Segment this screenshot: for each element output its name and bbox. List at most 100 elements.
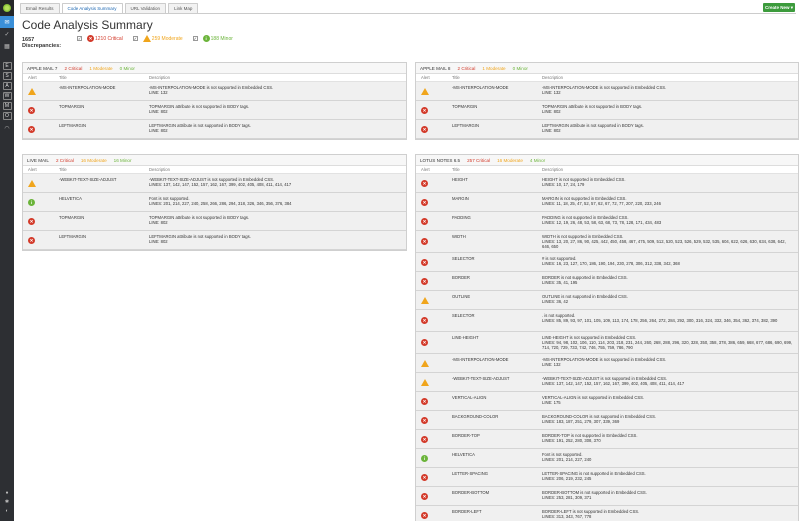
table-row[interactable]: ✕ LEFTMARGIN LEFTMARGIN attribute is not s…	[23, 120, 406, 139]
grid-icon[interactable]: ▦	[0, 40, 14, 52]
table-row[interactable]: ✕ BORDER-TOP BORDER-TOP is not supported i…	[416, 430, 798, 449]
table-row[interactable]: ✕ BORDER BORDER is not supported in Embedd…	[416, 272, 798, 291]
table-row[interactable]: ✕ MARGIN MARGIN is not supported in Embedd…	[416, 193, 798, 212]
email-icon[interactable]: ✉	[0, 16, 14, 28]
issue-title: -MS-INTERPOLATION-MODE	[452, 357, 509, 362]
issue-description: LEFTMARGIN attribute is not supported in…	[539, 120, 798, 138]
panel-live-mail: LIVE MAIL 2 Critical 16 Moderate 16 Minor Al…	[22, 154, 407, 251]
issue-lines: LINE: 132	[542, 90, 561, 95]
rail-letter-w[interactable]: W	[2, 92, 12, 100]
filter-critical-checkbox[interactable]: ✓	[77, 36, 82, 41]
filter-moderate-checkbox[interactable]: ✓	[132, 36, 138, 41]
table-row[interactable]: ✕ SELECTOR # is not supported. LINES: 16, 2…	[416, 253, 798, 272]
table-row[interactable]: ✕ LEFTMARGIN LEFTMARGIN attribute is not s…	[416, 120, 798, 139]
issue-lines: LINES: 10, 17, 24, 179	[542, 182, 585, 187]
issue-lines: LINE: 175	[542, 400, 561, 405]
rail-letter-o[interactable]: O	[2, 112, 12, 120]
column-headers: Alert Title Description	[416, 166, 798, 174]
issue-description: BORDER-LEFT is not supported in Embedded…	[539, 506, 798, 521]
warning-icon	[421, 296, 429, 304]
filter-moderate[interactable]: ✓ 259 Moderate	[132, 35, 183, 42]
critical-icon: ✕	[421, 435, 428, 443]
filter-critical[interactable]: ✓ ✕ 1210 Critical	[77, 35, 123, 42]
issue-lines: LINES: 12, 19, 26, 48, 53, 58, 63, 68, 7…	[542, 220, 662, 225]
rail-letter-a[interactable]: A	[2, 82, 12, 90]
column-headers: Alert Title Description	[416, 74, 798, 82]
check-icon[interactable]: ✓	[0, 28, 14, 40]
issue-description: -MS-INTERPOLATION-MODE is not supported …	[539, 354, 798, 372]
help-icon[interactable]: ◐	[0, 506, 14, 515]
col-alert: Alert	[28, 167, 37, 172]
critical-icon: ✕	[28, 217, 35, 225]
issue-lines: LINE: 802	[149, 239, 168, 244]
table-row[interactable]: ✕ PADDING PADDING is not supported in Embe…	[416, 212, 798, 231]
table-row[interactable]: ✕ TOPMARGIN TOPMARGIN attribute is not sup…	[416, 101, 798, 120]
critical-icon: ✕	[421, 397, 428, 405]
table-row[interactable]: ✕ TOPMARGIN TOPMARGIN attribute is not sup…	[23, 212, 406, 231]
issue-description: -MS-INTERPOLATION-MODE is not supported …	[146, 82, 406, 100]
column-headers: Alert Title Description	[23, 166, 406, 174]
critical-icon: ✕	[28, 236, 35, 244]
table-row[interactable]: ✕ VERTICAL-ALIGN VERTICAL-ALIGN is not sup…	[416, 392, 798, 411]
table-row[interactable]: ✕ BORDER-LEFT BORDER-LEFT is not supported…	[416, 506, 798, 521]
table-row[interactable]: ✕ SELECTOR . is not supported. LINES: 85, 8…	[416, 310, 798, 332]
critical-icon: ✕	[28, 106, 35, 114]
critical-icon: ✕	[421, 511, 428, 519]
issue-description: TOPMARGIN attribute is not supported in …	[539, 101, 798, 119]
col-title: Title	[59, 167, 67, 172]
table-row[interactable]: ✕ BACKGROUND-COLOR BACKGROUND-COLOR is not…	[416, 411, 798, 430]
table-row[interactable]: -WEBKIT-TEXT-SIZE-ADJUST -WEBKIT-TEXT-SIZ…	[416, 373, 798, 392]
filter-moderate-label: 259 Moderate	[151, 35, 183, 42]
create-new-button[interactable]: Create New ▾	[763, 3, 795, 12]
table-row[interactable]: -WEBKIT-TEXT-SIZE-ADJUST -WEBKIT-TEXT-SIZ…	[23, 174, 406, 193]
tab-link-map[interactable]: Link Map	[168, 3, 199, 13]
table-row[interactable]: ✕ WIDTH WIDTH is not supported in Embedded…	[416, 231, 798, 253]
issue-title: SELECTOR	[452, 313, 475, 318]
table-row[interactable]: i HELVETICA Font is not supported. LINES: 2…	[23, 193, 406, 212]
panel-minor-count: 16 Minor	[113, 158, 132, 163]
table-row[interactable]: -MS-INTERPOLATION-MODE -MS-INTERPOLATION-…	[416, 354, 798, 373]
rail-letter-m[interactable]: M	[2, 102, 12, 110]
filter-minor-checkbox[interactable]: ✓	[192, 36, 198, 41]
wifi-icon[interactable]: ◠	[0, 122, 14, 134]
table-row[interactable]: -MS-INTERPOLATION-MODE -MS-INTERPOLATION-…	[23, 82, 406, 101]
table-row[interactable]: ✕ HEIGHT HEIGHT is not supported in Embedd…	[416, 174, 798, 193]
table-row[interactable]: OUTLINE OUTLINE is not supported in Embed…	[416, 291, 798, 310]
table-row[interactable]: ✕ BORDER-BOTTOM BORDER-BOTTOM is not suppo…	[416, 487, 798, 506]
alert-cell: ✕	[416, 272, 446, 290]
panel-apple-mail-8: APPLE MAIL 82 Critical 1 Moderate 0 Minor A…	[415, 62, 799, 140]
critical-icon: ✕	[421, 277, 428, 285]
issue-description: LETTER-SPACING is not supported in Embed…	[539, 468, 798, 486]
issue-title: OUTLINE	[452, 294, 471, 299]
settings-icon[interactable]: ✱	[0, 497, 14, 506]
alert-cell: i	[23, 193, 53, 211]
app-logo[interactable]	[0, 0, 14, 16]
table-row[interactable]: -MS-INTERPOLATION-MODE -MS-INTERPOLATION-…	[416, 82, 798, 101]
tab-email-results[interactable]: Email Results	[20, 3, 60, 13]
issue-lines: LINES: 313, 343, 767, 778	[542, 514, 592, 519]
rail-letter-e[interactable]: E	[2, 62, 12, 70]
table-row[interactable]: ✕ TOPMARGIN TOPMARGIN attribute is not sup…	[23, 101, 406, 120]
panel-header: LIVE MAIL 2 Critical 16 Moderate 16 Minor	[23, 155, 406, 166]
issue-title: PADDING	[452, 215, 471, 220]
issue-lines: LINES: 191, 252, 280, 308, 370	[542, 438, 601, 443]
alert-cell: ✕	[416, 392, 446, 410]
table-row[interactable]: ✕ LETTER-SPACING LETTER-SPACING is not sup…	[416, 468, 798, 487]
issue-description: -MS-INTERPOLATION-MODE is not supported …	[539, 82, 798, 100]
table-row[interactable]: i HELVETICA Font is not supported. LINES: 2…	[416, 449, 798, 468]
table-row[interactable]: ✕ LEFTMARGIN LEFTMARGIN attribute is not s…	[23, 231, 406, 250]
panel-critical-count: 257 Critical	[467, 158, 491, 163]
tab-url-validation[interactable]: URL Validation	[124, 3, 167, 13]
issue-title: MARGIN	[452, 196, 469, 201]
severity-filters: ✓ ✕ 1210 Critical ✓ 259 Moderate ✓ i 188…	[77, 35, 243, 42]
user-icon[interactable]: ●	[0, 488, 14, 497]
table-row[interactable]: ✕ LINE-HEIGHT LINE-HEIGHT is not supported…	[416, 332, 798, 354]
issue-title: HEIGHT	[452, 177, 468, 182]
issue-lines: LINE: 802	[149, 128, 168, 133]
alert-cell: ✕	[23, 120, 53, 138]
rail-letter-s[interactable]: S	[2, 72, 12, 80]
tab-code-analysis-summary[interactable]: Code Analysis Summary	[61, 3, 123, 13]
panel-minor-count: 4 Minor	[529, 158, 546, 163]
issue-lines: LINES: 201, 214, 227, 240, 258, 266, 286…	[149, 201, 292, 206]
filter-minor[interactable]: ✓ i 188 Minor	[192, 35, 233, 42]
